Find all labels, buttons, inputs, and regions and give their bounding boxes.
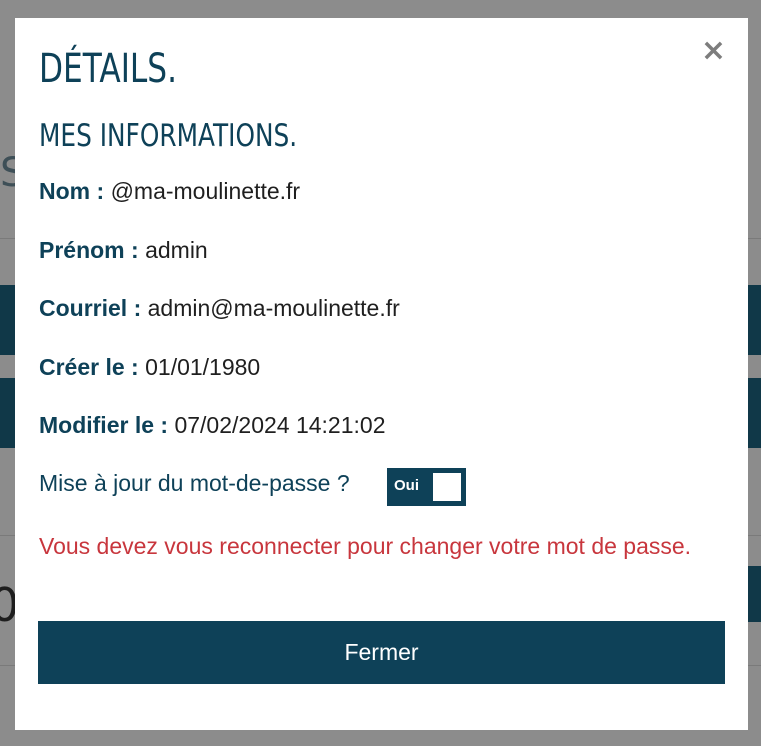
- reconnect-warning: Vous devez vous reconnecter pour changer…: [39, 533, 692, 559]
- info-value: admin: [145, 237, 208, 263]
- info-row-courriel: Courriel : admin@ma-moulinette.fr: [39, 295, 400, 322]
- info-value: 01/01/1980: [145, 354, 261, 380]
- details-modal: × DÉTAILS. MES INFORMATIONS. Nom : @ma-m…: [15, 18, 748, 730]
- info-label: Nom :: [39, 178, 105, 204]
- info-row-prenom: Prénom : admin: [39, 237, 208, 264]
- fermer-button[interactable]: Fermer: [38, 621, 725, 684]
- modal-subtitle: MES INFORMATIONS.: [39, 118, 298, 154]
- modal-title: DÉTAILS.: [39, 46, 178, 92]
- info-label: Modifier le :: [39, 412, 169, 438]
- info-value: admin@ma-moulinette.fr: [147, 295, 400, 321]
- info-row-modifier: Modifier le : 07/02/2024 14:21:02: [39, 412, 386, 439]
- info-row-creer: Créer le : 01/01/1980: [39, 354, 260, 381]
- toggle-knob: [433, 473, 461, 501]
- close-icon[interactable]: ×: [701, 36, 726, 66]
- info-label: Créer le :: [39, 354, 139, 380]
- password-update-question: Mise à jour du mot-de-passe ?: [39, 470, 350, 496]
- info-value: @ma-moulinette.fr: [110, 178, 301, 204]
- info-value: 07/02/2024 14:21:02: [174, 412, 386, 438]
- toggle-label: Oui: [394, 477, 419, 494]
- background-side-tab: [747, 566, 761, 622]
- info-row-nom: Nom : @ma-moulinette.fr: [39, 178, 300, 205]
- password-update-toggle[interactable]: Oui: [387, 468, 466, 506]
- info-label: Courriel :: [39, 295, 142, 321]
- info-label: Prénom :: [39, 237, 139, 263]
